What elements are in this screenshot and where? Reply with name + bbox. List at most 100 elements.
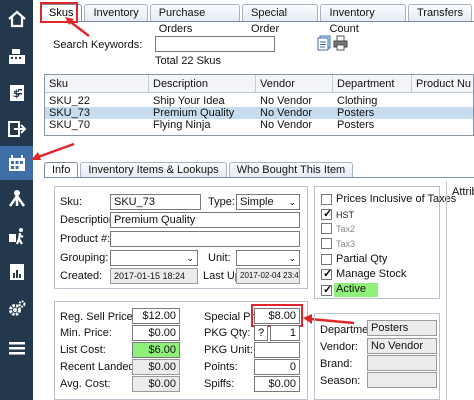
spiffs-field[interactable]: $0.00	[254, 376, 300, 392]
copy-icon[interactable]	[317, 35, 331, 51]
description-field[interactable]: Premium Quality	[110, 212, 300, 228]
tab-who-bought[interactable]: Who Bought This Item	[228, 162, 354, 178]
sitemap-icon[interactable]	[0, 182, 33, 216]
updated-field: 2017-02-04 23:45	[236, 268, 300, 284]
tab-transfers[interactable]: Transfers	[407, 4, 473, 22]
type-select[interactable]: Simple ⌄	[236, 194, 300, 210]
cell-description: Premium Quality	[153, 107, 235, 119]
created-field: 2017-01-15 18:24	[110, 268, 198, 284]
attributes-divider	[446, 181, 447, 400]
settings-icon[interactable]	[0, 292, 33, 326]
sidebar: $	[0, 0, 33, 400]
column-description[interactable]: Description	[153, 78, 208, 90]
season-field[interactable]	[367, 372, 437, 388]
pkg-qty-label: PKG Qty:	[204, 327, 251, 339]
tab-special-order[interactable]: Special Order	[242, 4, 319, 35]
reg-sell-price-label: Reg. Sell Price:	[60, 311, 136, 323]
tax3-label: Tax3	[336, 239, 356, 249]
arrow-to-skus-tab	[65, 17, 90, 37]
pkg-qty-field[interactable]: 1	[270, 325, 300, 341]
search-input[interactable]	[155, 36, 275, 52]
tab-purchase-orders[interactable]: Purchase Orders	[149, 4, 240, 35]
tab-inventory[interactable]: Inventory	[84, 4, 148, 22]
avg-cost-label: Avg. Cost:	[60, 378, 111, 390]
pkg-unit-label: PKG Unit:	[204, 344, 253, 356]
partial-qty-checkbox[interactable]	[321, 254, 332, 265]
print-icon[interactable]	[333, 35, 348, 51]
type-label: Type:	[208, 196, 235, 208]
recent-landed-field: $0.00	[132, 359, 180, 375]
column-sku[interactable]: Sku	[49, 78, 68, 90]
hst-label: HST	[336, 210, 354, 220]
manage-stock-checkbox[interactable]	[321, 267, 332, 280]
cell-department: Posters	[337, 119, 375, 131]
cell-department: Clothing	[337, 95, 378, 107]
hst-checkbox[interactable]	[321, 207, 332, 220]
product-number-label: Product #:	[60, 233, 111, 245]
table-row-selected[interactable]: SKU_73 Premium Quality No Vendor Posters	[45, 107, 473, 119]
invoice-icon[interactable]: $	[0, 76, 33, 110]
tab-inventory-items-lookups[interactable]: Inventory Items & Lookups	[80, 162, 227, 178]
menu-icon[interactable]	[0, 331, 33, 365]
unit-select[interactable]: ⌄	[236, 250, 300, 266]
report-icon[interactable]	[0, 255, 33, 289]
vendor-field[interactable]: No Vendor	[367, 338, 437, 354]
prices-inclusive-checkbox[interactable]	[321, 194, 332, 205]
arrow-to-inventory-icon	[31, 142, 75, 160]
vendor-label: Vendor:	[320, 341, 358, 353]
avg-cost-field: $0.00	[132, 376, 180, 392]
tab-info[interactable]: Info	[44, 162, 79, 178]
cell-vendor: No Vendor	[260, 119, 312, 131]
active-checkbox[interactable]	[321, 283, 332, 296]
subtab-divider	[44, 177, 474, 178]
cell-sku: SKU_73	[49, 107, 90, 119]
recent-landed-label: Recent Landed:	[60, 361, 138, 373]
column-product-number[interactable]: Product Nu	[416, 78, 471, 90]
sku-label: Sku:	[60, 196, 83, 208]
tax3-checkbox[interactable]	[321, 238, 332, 249]
chevron-down-icon: ⌄	[288, 197, 296, 207]
column-department[interactable]: Department	[337, 78, 394, 90]
highlight-box-special-price	[251, 304, 303, 327]
pkg-qty-help-button[interactable]: ?	[254, 325, 268, 341]
chevron-down-icon: ⌄	[186, 253, 194, 263]
cash-register-icon[interactable]	[0, 39, 33, 73]
delivery-icon[interactable]	[0, 219, 33, 253]
sku-field[interactable]: SKU_73	[110, 194, 201, 210]
table-header: Sku Description Vendor Department Produc…	[45, 75, 473, 93]
search-label: Search Keywords:	[53, 39, 143, 51]
department-field[interactable]: Posters	[367, 320, 437, 336]
grouping-label: Grouping:	[60, 252, 109, 264]
tax2-checkbox[interactable]	[321, 223, 332, 234]
table-row[interactable]: SKU_22 Ship Your Idea No Vendor Clothing	[45, 95, 473, 107]
column-vendor[interactable]: Vendor	[260, 78, 295, 90]
total-skus-text: Total 22 Skus	[155, 55, 222, 67]
brand-label: Brand:	[320, 358, 353, 370]
reg-sell-price-field[interactable]: $12.00	[132, 308, 180, 324]
partial-qty-label: Partial Qty	[336, 253, 388, 265]
product-number-field[interactable]	[110, 231, 300, 247]
brand-field[interactable]	[367, 355, 437, 371]
chevron-down-icon: ⌄	[288, 253, 296, 263]
points-field[interactable]: 0	[254, 359, 300, 375]
min-price-label: Min. Price:	[60, 327, 112, 339]
points-label: Points:	[204, 361, 238, 373]
prices-inclusive-label: Prices Inclusive of Taxes	[336, 193, 457, 205]
attributes-label: Attrib	[452, 186, 474, 198]
active-label: Active	[334, 283, 378, 297]
cell-vendor: No Vendor	[260, 107, 312, 119]
cell-department: Posters	[337, 107, 375, 119]
home-icon[interactable]	[0, 2, 33, 36]
manage-stock-label: Manage Stock	[336, 268, 407, 280]
tab-inventory-count[interactable]: Inventory Count	[320, 4, 406, 35]
type-value: Simple	[240, 196, 274, 208]
unit-label: Unit:	[208, 252, 231, 264]
list-cost-field[interactable]: $6.00	[132, 342, 180, 358]
grouping-select[interactable]: ⌄	[110, 250, 198, 266]
created-label: Created:	[60, 270, 103, 282]
table-row[interactable]: SKU_70 Flying Ninja No Vendor Posters	[45, 119, 473, 131]
pkg-unit-field[interactable]	[254, 342, 300, 358]
min-price-field[interactable]: $0.00	[132, 325, 180, 341]
season-label: Season:	[320, 375, 361, 387]
detail-tabs: Info Inventory Items & Lookups Who Bough…	[44, 162, 355, 178]
